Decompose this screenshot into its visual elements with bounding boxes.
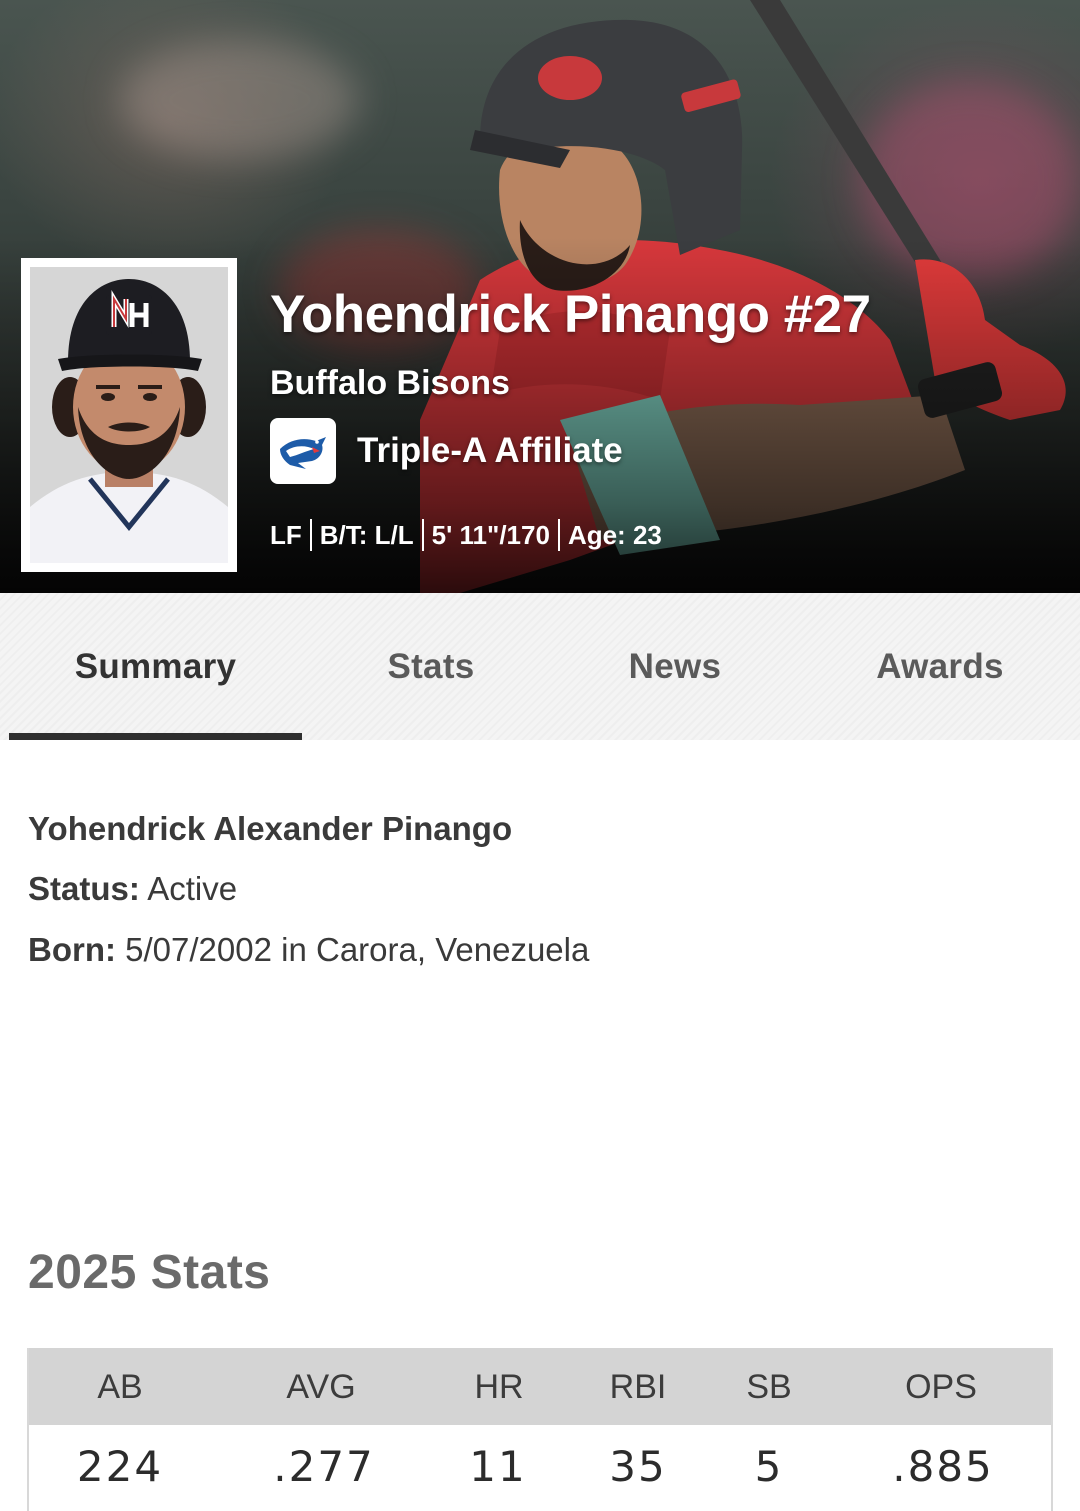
bio-divider [309, 519, 312, 551]
stat-value-ab: 224 [76, 1442, 164, 1491]
stat-header-avg: AVG [286, 1368, 356, 1406]
tab-summary[interactable]: Summary [9, 593, 302, 740]
bio-divider [557, 519, 560, 551]
stat-header-hr: HR [474, 1368, 524, 1406]
team-name-link[interactable]: Buffalo Bisons [270, 364, 510, 403]
status-label: Status: [28, 870, 140, 907]
stat-header-ops: OPS [905, 1368, 977, 1406]
season-stats-table: AB AVG HR RBI SB OPS 224 .277 11 35 5 .8… [27, 1348, 1053, 1511]
bats-throws-label: B/T: L/L [319, 519, 414, 550]
player-hero: Yohendrick Pinango #27 Buffalo Bisons Tr… [0, 0, 1080, 593]
player-name-heading: Yohendrick Pinango #27 [270, 285, 871, 344]
stat-value-sb: 5 [754, 1442, 784, 1491]
headshot-image [30, 267, 228, 563]
stat-header-sb: SB [746, 1368, 792, 1406]
stat-value-hr: 11 [469, 1442, 527, 1491]
season-stats-heading: 2025 Stats [28, 1246, 271, 1299]
born-row: Born: 5/07/2002 in Carora, Venezuela [28, 931, 589, 969]
player-headshot [21, 258, 237, 572]
tab-news[interactable]: News [560, 593, 790, 740]
stat-header-rbi: RBI [609, 1368, 667, 1406]
tab-stats[interactable]: Stats [302, 593, 560, 740]
player-bio-line: LF B/T: L/L 5' 11"/170 Age: 23 [270, 519, 662, 551]
status-row: Status: Active [28, 870, 237, 908]
born-value: 5/07/2002 in Carora, Venezuela [125, 931, 590, 968]
born-label: Born: [28, 931, 116, 968]
active-tab-indicator [9, 733, 302, 740]
stats-header-row: AB AVG HR RBI SB OPS [29, 1348, 1051, 1425]
height-weight-label: 5' 11"/170 [431, 519, 550, 550]
stat-value-ops: .885 [892, 1442, 994, 1491]
bird-icon [280, 437, 326, 469]
blue-jays-logo-icon[interactable] [270, 418, 336, 484]
age-label: Age: 23 [567, 519, 662, 550]
stat-value-avg: .277 [273, 1442, 375, 1491]
stat-header-ab: AB [97, 1368, 143, 1406]
stat-value-rbi: 35 [609, 1442, 667, 1491]
bio-divider [421, 519, 424, 551]
tab-awards[interactable]: Awards [790, 593, 1080, 740]
player-full-name: Yohendrick Alexander Pinango [28, 810, 513, 847]
position-label: LF [270, 519, 302, 550]
profile-tabs: Summary Stats News Awards [0, 593, 1080, 740]
status-value: Active [147, 870, 238, 907]
affiliate-label[interactable]: Triple-A Affiliate [357, 431, 623, 471]
stats-value-row: 224 .277 11 35 5 .885 [29, 1425, 1051, 1511]
